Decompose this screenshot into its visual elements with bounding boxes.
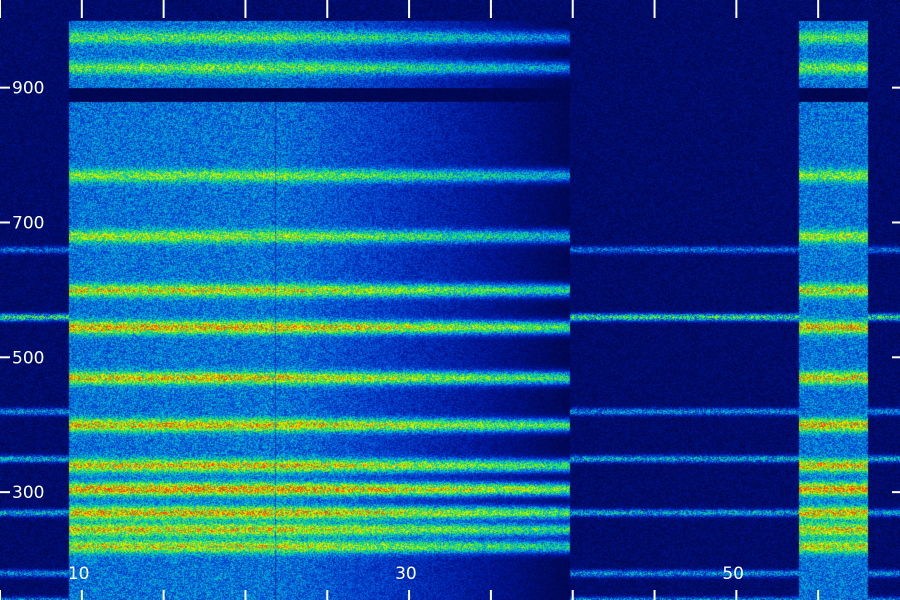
y-tick-label: 300 (12, 483, 44, 503)
x-tick-labels: 10 30 50 (68, 564, 744, 584)
axis-overlay: 10 30 50 900 700 500 300 (0, 0, 900, 600)
x-ticks-top (0, 0, 820, 18)
y-tick-label: 500 (12, 348, 44, 368)
x-tick-label: 50 (722, 564, 744, 584)
y-ticks (0, 86, 900, 494)
x-tick-label: 10 (68, 564, 90, 584)
y-tick-labels: 900 700 500 300 (12, 79, 44, 503)
x-ticks-bottom (0, 590, 820, 600)
x-tick-label: 30 (395, 564, 417, 584)
y-tick-label: 700 (12, 213, 44, 233)
y-tick-label: 900 (12, 79, 44, 99)
